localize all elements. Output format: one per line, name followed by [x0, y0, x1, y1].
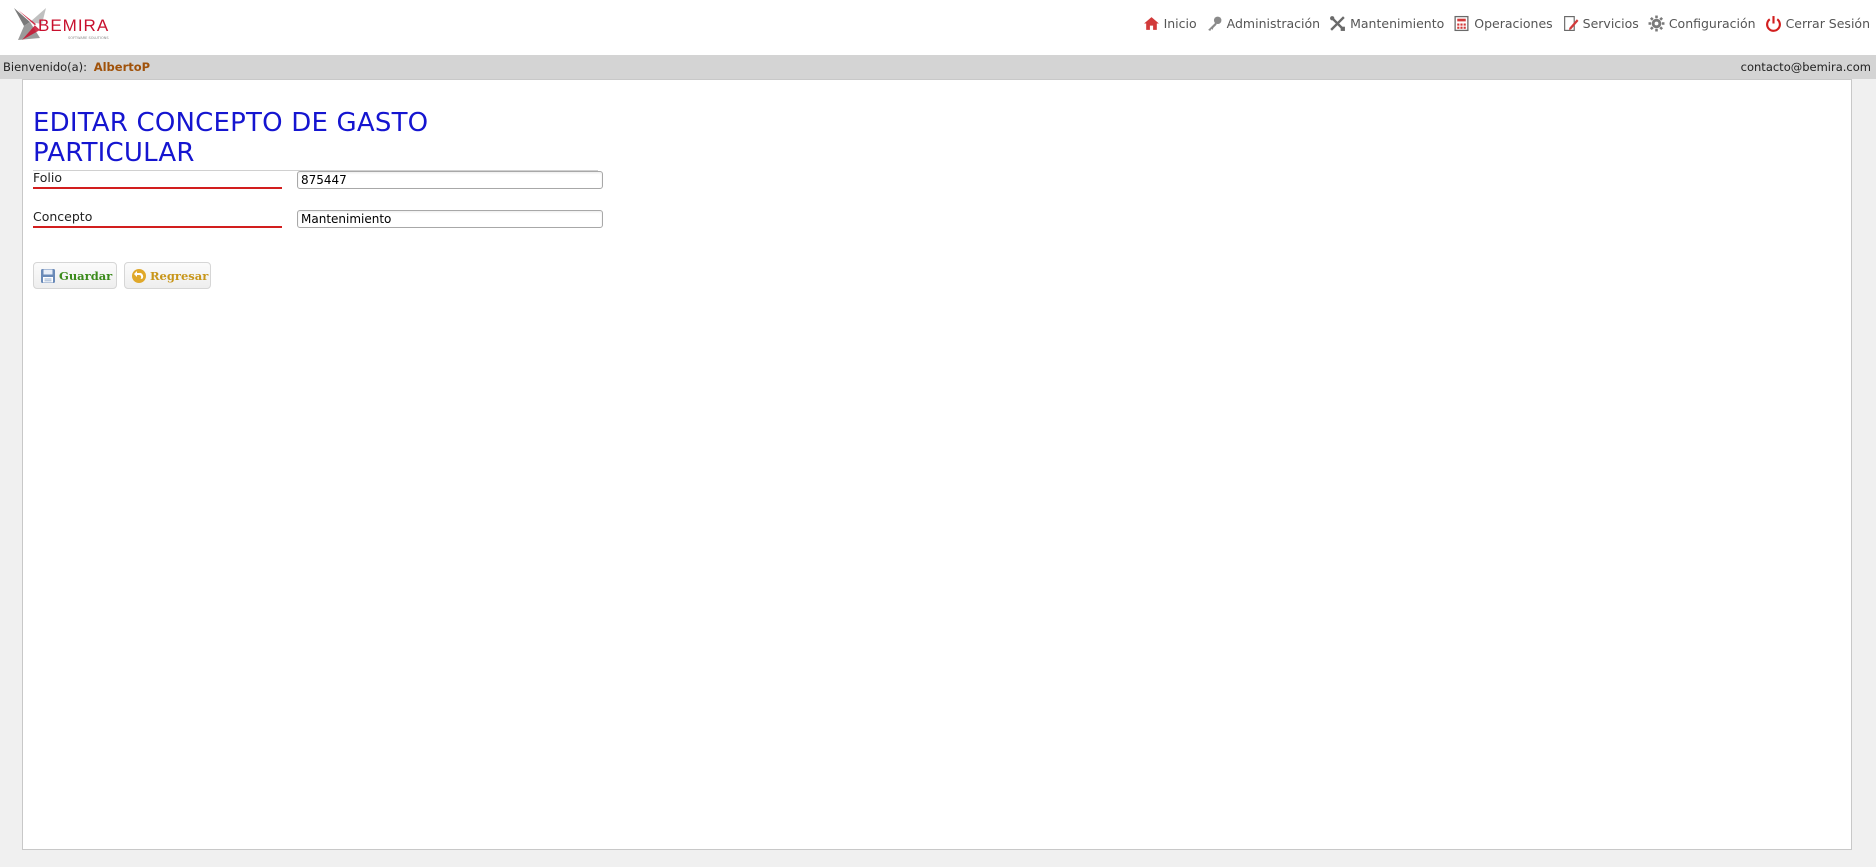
welcome-prefix: Bienvenido(a): — [3, 60, 88, 74]
back-button-label: Regresar — [150, 268, 209, 283]
main-nav: Inicio Administración Mantenimiento Oper… — [1134, 13, 1870, 33]
welcome-bar: Bienvenido(a): AlbertoP contacto@bemira.… — [0, 55, 1876, 79]
welcome-username: AlbertoP — [93, 60, 151, 74]
logo-wordmark: BEMIRA — [38, 16, 109, 35]
top-bar: BEMIRA SOFTWARE SOLUTIONS Inicio Adminis… — [0, 0, 1876, 55]
nav-servicios[interactable]: Servicios — [1562, 15, 1639, 32]
gear-icon — [1648, 15, 1665, 32]
page-title: EDITAR CONCEPTO DE GASTO PARTICULAR — [33, 108, 598, 171]
nav-mantenimiento[interactable]: Mantenimiento — [1329, 15, 1444, 32]
nav-configuracion[interactable]: Configuración — [1648, 15, 1756, 32]
tools-icon — [1329, 15, 1346, 32]
power-icon — [1765, 15, 1782, 32]
concepto-input[interactable] — [297, 210, 603, 228]
floppy-disk-icon — [40, 268, 56, 284]
bemira-logo[interactable]: BEMIRA SOFTWARE SOLUTIONS — [10, 4, 140, 46]
concepto-label: Concepto — [33, 209, 282, 228]
save-button-label: Guardar — [59, 268, 113, 283]
contact-email: contacto@bemira.com — [1740, 60, 1871, 74]
return-arrow-icon — [131, 268, 147, 284]
nav-inicio-label: Inicio — [1163, 15, 1197, 31]
calculator-icon — [1453, 15, 1470, 32]
nav-administracion[interactable]: Administración — [1206, 15, 1320, 32]
nav-inicio[interactable]: Inicio — [1143, 15, 1197, 32]
nav-configuracion-label: Configuración — [1668, 15, 1756, 31]
nav-operaciones[interactable]: Operaciones — [1453, 15, 1553, 32]
edit-document-icon — [1562, 15, 1579, 32]
nav-servicios-label: Servicios — [1582, 15, 1639, 31]
nav-operaciones-label: Operaciones — [1474, 15, 1553, 31]
folio-input[interactable] — [297, 171, 603, 189]
home-icon — [1143, 15, 1160, 32]
nav-cerrar-sesion-label: Cerrar Sesión — [1785, 15, 1870, 31]
welcome-message: Bienvenido(a): AlbertoP — [3, 60, 150, 74]
nav-mantenimiento-label: Mantenimiento — [1350, 15, 1445, 31]
back-button[interactable]: Regresar — [124, 262, 211, 289]
nav-administracion-label: Administración — [1226, 15, 1321, 31]
content-panel: EDITAR CONCEPTO DE GASTO PARTICULAR Foli… — [22, 79, 1852, 850]
nav-cerrar-sesion[interactable]: Cerrar Sesión — [1765, 15, 1870, 32]
logo-tagline: SOFTWARE SOLUTIONS — [68, 36, 109, 40]
save-button[interactable]: Guardar — [33, 262, 117, 289]
folio-label: Folio — [33, 170, 282, 189]
key-icon — [1206, 15, 1223, 32]
